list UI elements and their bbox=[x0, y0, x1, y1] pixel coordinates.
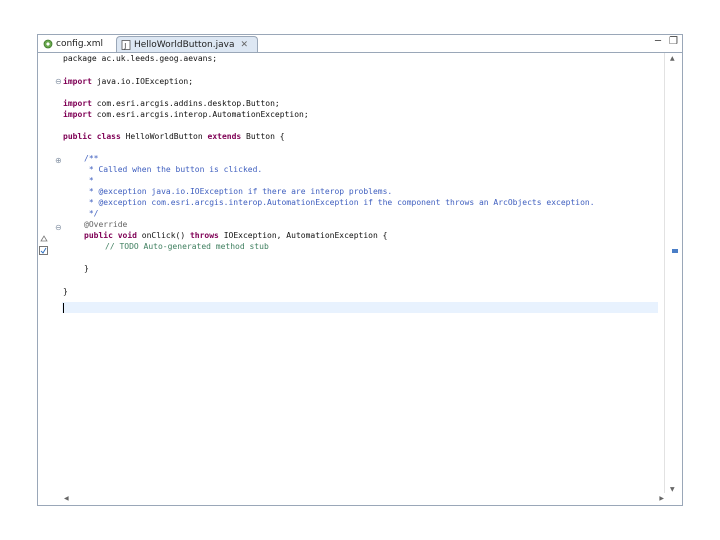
xml-file-icon bbox=[43, 39, 53, 49]
javadoc-line: * @exception java.io.IOException if ther… bbox=[84, 187, 393, 196]
scroll-left-arrow-icon[interactable]: ◀ bbox=[64, 495, 69, 502]
javadoc-line: * bbox=[84, 176, 94, 185]
vertical-scrollbar[interactable]: ▲ ▼ bbox=[664, 53, 682, 505]
code-line: import com.esri.arcgis.addins.desktop.Bu… bbox=[63, 99, 280, 108]
javadoc-line: * Called when the button is clicked. bbox=[84, 165, 263, 174]
editor-tab-bar: config.xml J HelloWorldButton.java ✕ ─ ❐ bbox=[38, 35, 682, 53]
horizontal-scrollbar[interactable]: ◀ ▶ bbox=[62, 493, 666, 505]
javadoc-line: /** bbox=[84, 154, 99, 163]
code-line: public class HelloWorldButton extends Bu… bbox=[63, 132, 285, 141]
fold-expand-icon[interactable]: ⊕ bbox=[55, 156, 62, 165]
code-line: import com.esri.arcgis.interop.Automatio… bbox=[63, 110, 309, 119]
java-editor: config.xml J HelloWorldButton.java ✕ ─ ❐… bbox=[37, 34, 683, 506]
task-marker-icon bbox=[39, 246, 48, 255]
tab-label: HelloWorldButton.java bbox=[134, 39, 235, 50]
code-line: package ac.uk.leeds.geog.aevans; bbox=[63, 54, 218, 63]
annotation-line: @Override bbox=[84, 220, 128, 229]
overview-ruler-marker[interactable] bbox=[672, 249, 678, 253]
scroll-up-arrow-icon[interactable]: ▲ bbox=[670, 55, 675, 62]
close-tab-icon[interactable]: ✕ bbox=[240, 40, 248, 50]
text-caret bbox=[63, 303, 64, 313]
maximize-icon[interactable]: ❐ bbox=[669, 36, 678, 47]
java-file-icon: J bbox=[121, 39, 131, 50]
scroll-right-arrow-icon[interactable]: ▶ bbox=[659, 495, 664, 502]
javadoc-line: */ bbox=[84, 209, 99, 218]
code-line: public void onClick() throws IOException… bbox=[84, 231, 388, 240]
fold-collapse-icon[interactable]: ⊖ bbox=[55, 77, 62, 86]
svg-text:J: J bbox=[123, 42, 126, 50]
code-line: import java.io.IOException; bbox=[63, 77, 194, 86]
todo-comment-line: // TODO Auto-generated method stub bbox=[105, 242, 269, 251]
code-area[interactable]: package ac.uk.leeds.geog.aevans; import … bbox=[62, 53, 658, 493]
code-line: } bbox=[84, 264, 89, 273]
javadoc-line: * @exception com.esri.arcgis.interop.Aut… bbox=[84, 198, 595, 207]
tab-label: config.xml bbox=[56, 39, 103, 49]
current-line-highlight bbox=[62, 302, 658, 313]
scroll-down-arrow-icon[interactable]: ▼ bbox=[670, 486, 675, 493]
tab-config-xml[interactable]: config.xml bbox=[40, 36, 114, 52]
minimize-icon[interactable]: ─ bbox=[655, 36, 661, 47]
fold-collapse-icon[interactable]: ⊖ bbox=[55, 223, 62, 232]
override-marker-icon bbox=[40, 235, 48, 242]
editor-gutter[interactable]: ⊖ ⊕ ⊖ bbox=[38, 53, 62, 505]
tab-helloworldbutton-java[interactable]: J HelloWorldButton.java ✕ bbox=[116, 36, 258, 52]
code-line: } bbox=[63, 287, 68, 296]
